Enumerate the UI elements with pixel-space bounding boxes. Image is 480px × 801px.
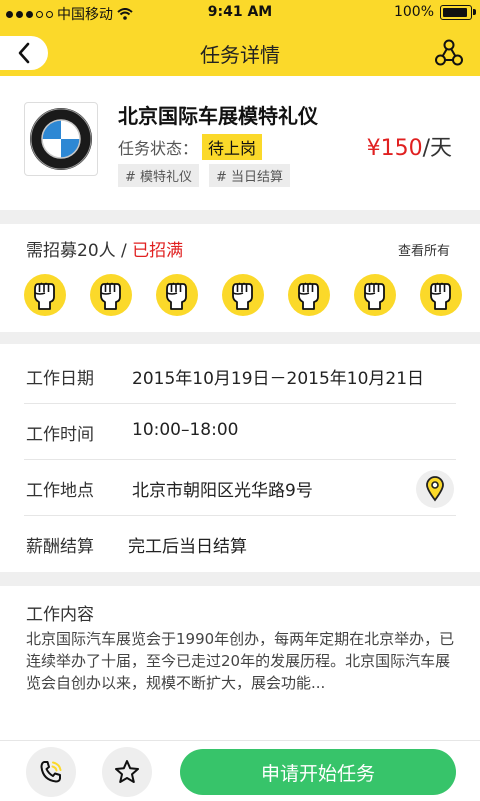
detail-value: 完工后当日结算 xyxy=(128,537,247,557)
detail-row-time: 工作时间 10:00–18:00 xyxy=(0,404,480,460)
work-content: 工作内容 北京国际汽车展览会于1990年创办，每两年定期在北京举办，已连续举办了… xyxy=(0,586,480,740)
detail-row-payment: 薪酬结算 完工后当日结算 xyxy=(0,516,480,572)
price-unit: /天 xyxy=(422,136,452,161)
avatar[interactable] xyxy=(288,274,330,316)
raised-fist-icon xyxy=(430,282,451,310)
status-badge: 待上岗 xyxy=(202,134,263,160)
task-tags: # 模特礼仪 # 当日结算 xyxy=(118,164,291,187)
avatar[interactable] xyxy=(222,274,264,316)
status-bar: 中国移动 9:41 AM 100% xyxy=(0,0,480,28)
avatar[interactable] xyxy=(354,274,396,316)
task-details: 工作日期 2015年10月19日－2015年10月21日 工作时间 10:00–… xyxy=(0,344,480,572)
battery-label: 100% xyxy=(393,4,434,20)
content-body: 北京国际汽车展览会于1990年创办，每两年定期在北京举办，已连续举办了十届，至今… xyxy=(26,630,455,692)
price-amount: ¥150 xyxy=(366,136,423,161)
detail-value: 2015年10月19日－2015年10月21日 xyxy=(132,369,425,389)
battery-info: 100% xyxy=(393,4,476,20)
detail-row-date: 工作日期 2015年10月19日－2015年10月21日 xyxy=(0,348,480,404)
location-button[interactable] xyxy=(416,470,454,508)
phone-icon xyxy=(40,761,62,783)
avatar[interactable] xyxy=(90,274,132,316)
recruit-status: 已招满 xyxy=(132,241,184,261)
nav-bar: 任务详情 xyxy=(0,28,480,76)
map-pin-icon xyxy=(426,476,444,502)
task-price: ¥150/天 xyxy=(367,130,452,162)
raised-fist-icon xyxy=(364,282,385,310)
apply-task-button[interactable]: 申请开始任务 xyxy=(180,749,456,795)
applicant-avatars xyxy=(24,274,462,316)
raised-fist-icon xyxy=(100,282,121,310)
task-status: 任务状态： 待上岗 xyxy=(118,134,263,160)
company-logo xyxy=(24,102,98,176)
detail-label: 薪酬结算 xyxy=(26,537,94,557)
detail-value: 10:00–18:00 xyxy=(132,420,239,440)
task-status-label: 任务状态： xyxy=(118,139,199,158)
task-title: 北京国际车展模特礼仪 xyxy=(118,104,318,128)
raised-fist-icon xyxy=(34,282,55,310)
favorite-button[interactable] xyxy=(102,747,152,797)
raised-fist-icon xyxy=(232,282,253,310)
recruit-section: 需招募20人 / 已招满 查看所有 xyxy=(0,224,480,332)
avatar[interactable] xyxy=(24,274,66,316)
bottom-action-bar: 申请开始任务 xyxy=(0,740,480,801)
detail-row-location: 工作地点 北京市朝阳区光华路9号 xyxy=(0,460,480,516)
content-title: 工作内容 xyxy=(26,605,94,625)
recruit-count-text: 需招募20人 / xyxy=(26,241,133,261)
tag-item: # 模特礼仪 xyxy=(118,164,200,187)
call-button[interactable] xyxy=(26,747,76,797)
tag-item: # 当日结算 xyxy=(209,164,291,187)
raised-fist-icon xyxy=(166,282,187,310)
share-icon xyxy=(435,39,463,66)
bmw-logo xyxy=(30,108,92,170)
detail-label: 工作日期 xyxy=(26,369,94,389)
task-summary: 北京国际车展模特礼仪 任务状态： 待上岗 ¥150/天 # 模特礼仪 # 当日结… xyxy=(0,76,480,210)
page-title: 任务详情 xyxy=(200,43,280,67)
raised-fist-icon xyxy=(298,282,319,310)
avatar[interactable] xyxy=(156,274,198,316)
detail-label: 工作时间 xyxy=(26,425,94,445)
share-button[interactable] xyxy=(434,38,464,68)
avatar[interactable] xyxy=(420,274,462,316)
battery-icon xyxy=(440,4,476,20)
detail-label: 工作地点 xyxy=(26,481,94,501)
star-icon xyxy=(115,760,139,783)
recruit-count: 需招募20人 / 已招满 xyxy=(26,236,183,261)
detail-value: 北京市朝阳区光华路9号 xyxy=(132,481,313,501)
view-all-link[interactable]: 查看所有 xyxy=(398,240,450,259)
